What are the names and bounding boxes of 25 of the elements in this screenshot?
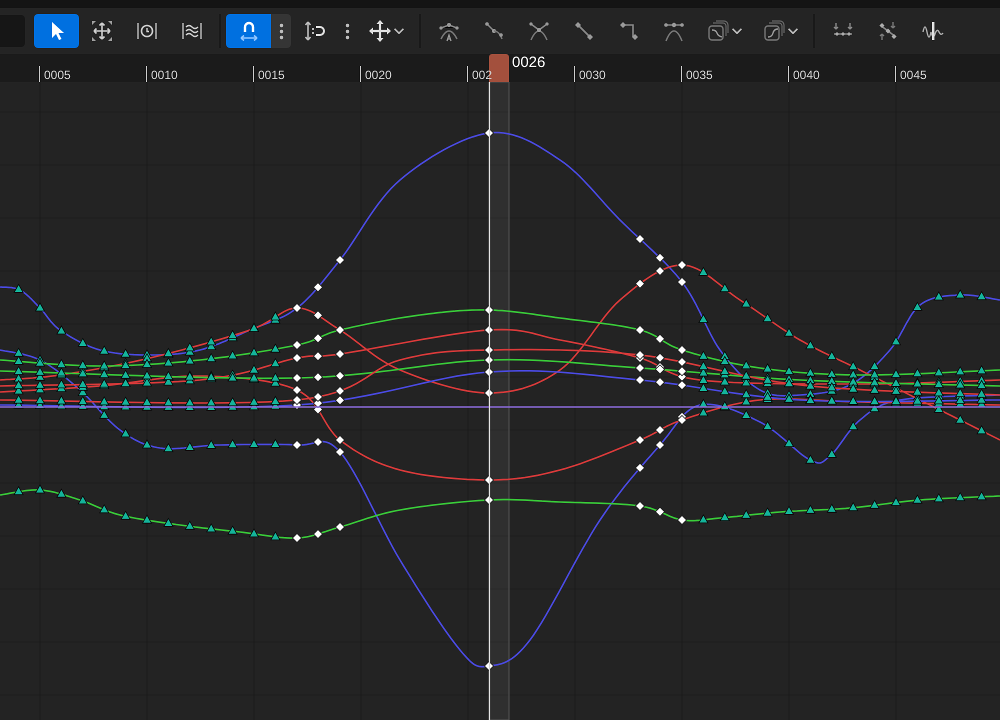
- animation-curve[interactable]: [0, 260, 1000, 441]
- magnet-tool-button[interactable]: [226, 14, 271, 48]
- frame-label: 0035: [685, 67, 713, 83]
- frame-label: 0020: [364, 67, 392, 83]
- animation-curve[interactable]: [0, 347, 1000, 672]
- kebab-icon: [278, 22, 284, 40]
- kebab-icon: [344, 22, 350, 40]
- frame-label: 0030: [578, 67, 606, 83]
- animation-curve[interactable]: [0, 344, 1000, 406]
- curve-stack-icon: [706, 19, 730, 43]
- animation-curve[interactable]: [0, 354, 1000, 389]
- frame-label: 0045: [899, 67, 927, 83]
- more-tool-button[interactable]: [271, 14, 291, 48]
- frame-label: 0010: [150, 67, 178, 83]
- animation-curve[interactable]: [0, 304, 1000, 378]
- filter-wave-icon: [920, 19, 944, 43]
- frame-label: 0040: [792, 67, 820, 83]
- pointer-tool-button[interactable]: [34, 14, 79, 48]
- playhead-frame-label: 0026: [512, 54, 546, 72]
- curve-stack-icon: [762, 19, 786, 43]
- frame-label: 0005: [43, 67, 71, 83]
- frame-label: 0015: [257, 67, 285, 83]
- transform-icon: [90, 19, 114, 43]
- animation-curve[interactable]: [0, 484, 1000, 544]
- move-icon: [368, 19, 392, 43]
